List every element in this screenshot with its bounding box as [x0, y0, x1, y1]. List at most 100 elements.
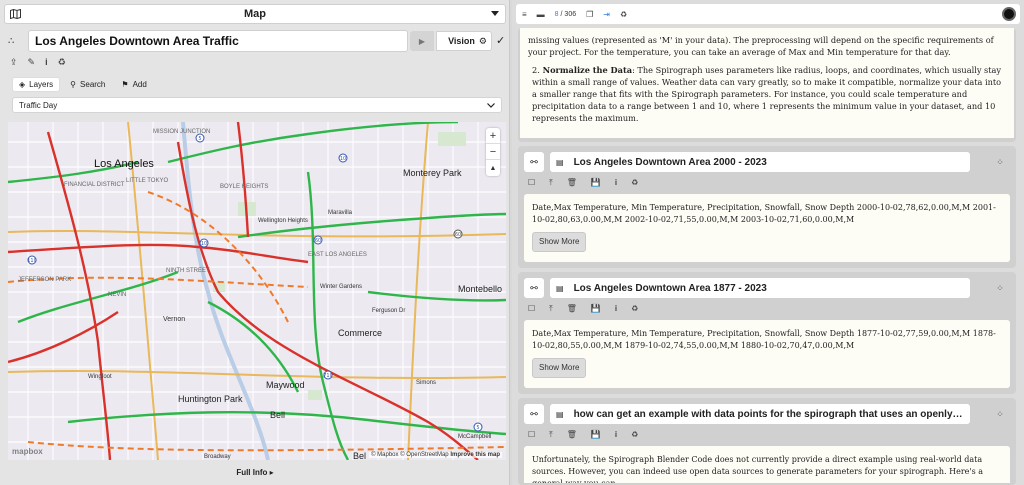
info-icon[interactable]: i [45, 57, 48, 67]
traffic-map[interactable]: 5 10 10 60 110 710 5 60 MISSION JUNCTION… [8, 122, 506, 460]
vision-button[interactable]: Vision ⚙ [436, 31, 492, 51]
map-label-bell: Bell [270, 410, 286, 420]
svg-text:10: 10 [340, 156, 346, 162]
page-current: 8 [554, 10, 559, 18]
chevron-down-icon[interactable] [485, 5, 505, 23]
checkbox-icon[interactable]: ☐ [528, 304, 535, 314]
trash-icon[interactable]: 🗑 [567, 304, 577, 314]
upload-icon[interactable]: ⤒ [549, 178, 553, 188]
dataset-card: ⚯ ▤ Los Angeles Downtown Area 1877 - 202… [518, 272, 1016, 394]
card-toolbar: ☐ ⤒ 🗑 💾 i ♻ [528, 430, 638, 440]
edit-icon[interactable]: ✎ [28, 57, 36, 68]
split-icon[interactable]: ⇥ [603, 10, 610, 19]
map-label-maywood: Maywood [266, 380, 305, 390]
card-header: ⚯ ▤ Los Angeles Downtown Area 2000 - 202… [524, 152, 1010, 172]
tab-label: Search [80, 79, 106, 89]
tab-layers[interactable]: ◈ Layers [12, 76, 61, 92]
trash-icon[interactable]: 🗑 [567, 430, 577, 440]
dataset-card: ⚯ ▤ Los Angeles Downtown Area 2000 - 202… [518, 146, 1016, 268]
menu-icon[interactable]: ≡ [522, 10, 527, 19]
card-toolbar: ☐ ⤒ 🗑 💾 i ♻ [528, 178, 638, 188]
map-label: NEVIN [108, 292, 127, 298]
svg-text:710: 710 [323, 373, 333, 379]
map-label-vernon: Vernon [163, 316, 186, 323]
card-title[interactable]: ▤ Los Angeles Downtown Area 2000 - 2023 [550, 152, 970, 172]
info-icon[interactable]: i [615, 430, 617, 440]
map-label: Simons [416, 380, 437, 386]
show-more-button[interactable]: Show More [532, 232, 587, 252]
play-icon: ▶ [418, 36, 426, 46]
full-info-button[interactable]: Full Info ▸ [0, 468, 510, 477]
svg-text:110: 110 [27, 258, 37, 264]
card-title[interactable]: ▤ Los Angeles Downtown Area 1877 - 2023 [550, 278, 970, 298]
link-icon[interactable]: ⚯ [524, 404, 544, 424]
trash-icon[interactable]: 🗑 [567, 178, 577, 188]
attribution-osm[interactable]: © OpenStreetMap [400, 452, 448, 458]
checkbox-icon[interactable]: ☐ [528, 178, 535, 188]
grid-icon[interactable]: ⁘ [990, 157, 1010, 168]
panel-header: Map [4, 4, 506, 24]
map-label: MISSION JUNCTION [153, 129, 211, 135]
save-icon[interactable]: 💾 [591, 430, 601, 440]
record-button[interactable] [1002, 7, 1016, 21]
check-icon[interactable]: ✓ [496, 34, 505, 47]
improve-map-link[interactable]: Improve this map [450, 452, 500, 458]
save-icon[interactable]: 💾 [591, 178, 601, 188]
layer-select-value: Traffic Day [19, 100, 58, 110]
attribution-mapbox[interactable]: © Mapbox [371, 452, 398, 458]
notes-panel: ≡ ▬ 8 / 306 ❐ ⇥ ♻ missing values (repres… [512, 0, 1024, 485]
compass-button[interactable]: ▲ [486, 160, 500, 176]
notes-toolbar: ≡ ▬ 8 / 306 ❐ ⇥ ♻ [516, 4, 1020, 24]
keyboard-icon[interactable]: ▬ [537, 10, 545, 19]
list-number: 2. [532, 65, 540, 75]
tab-search[interactable]: ⚲ Search [64, 78, 111, 91]
recycle-icon[interactable]: ♻ [631, 304, 638, 314]
map-title-row: ⛬ Los Angeles Downtown Area Traffic ▶ Vi… [6, 30, 506, 52]
search-icon: ⚲ [70, 79, 77, 89]
map-label: McCampbell [458, 434, 492, 440]
layer-select[interactable]: Traffic Day [12, 97, 502, 113]
upload-icon[interactable]: ⤒ [549, 304, 553, 314]
info-icon[interactable]: i [615, 304, 617, 314]
card-body: Unfortunately, the Spirograph Blender Co… [524, 446, 1010, 483]
copy-icon[interactable]: ❐ [586, 10, 593, 19]
zoom-out-button[interactable]: − [486, 144, 500, 160]
play-button[interactable]: ▶ [410, 31, 434, 51]
tab-add[interactable]: ⚑ Add [115, 78, 152, 91]
map-label: Ferguson Dr [372, 308, 406, 314]
save-icon[interactable]: 💾 [591, 304, 601, 314]
card-title[interactable]: ▤ how can get an example with data point… [550, 404, 970, 424]
zoom-in-button[interactable]: + [486, 128, 500, 144]
show-more-button[interactable]: Show More [532, 358, 587, 378]
map-label: Bel [353, 451, 367, 460]
grid-icon[interactable]: ⁘ [990, 283, 1010, 294]
map-label: FINANCIAL DISTRICT [64, 182, 125, 188]
svg-text:5: 5 [476, 425, 479, 431]
share-icon[interactable]: ⇪ [10, 57, 18, 68]
card-body: Date,Max Temperature, Min Temperature, P… [524, 320, 1010, 388]
grid-icon[interactable]: ⁘ [990, 409, 1010, 420]
pin-icon: ⚑ [121, 79, 129, 89]
map-toolbar: ⇪ ✎ i ♻ [10, 55, 66, 69]
recycle-icon[interactable]: ♻ [620, 10, 627, 19]
info-icon[interactable]: i [615, 178, 617, 188]
map-label: JEFFERSON PARK [18, 277, 72, 283]
map-label-commerce: Commerce [338, 328, 383, 338]
map-icon[interactable] [5, 5, 25, 23]
card-body-text: Unfortunately, the Spirograph Blender Co… [532, 455, 984, 483]
link-icon[interactable]: ⚯ [524, 278, 544, 298]
checkbox-icon[interactable]: ☐ [528, 430, 535, 440]
recycle-icon[interactable]: ♻ [631, 430, 638, 440]
question-card: ⚯ ▤ how can get an example with data poi… [518, 398, 1016, 485]
recycle-icon[interactable]: ♻ [58, 57, 66, 68]
map-title-input[interactable]: Los Angeles Downtown Area Traffic [28, 30, 408, 52]
page-counter: 8 / 306 [555, 11, 576, 18]
map-label: Wingfoot [88, 374, 112, 380]
link-icon[interactable]: ⚯ [524, 152, 544, 172]
text-paragraph: missing values (represented as 'M' in yo… [528, 35, 994, 57]
drag-handle-icon[interactable]: ⛬ [8, 35, 14, 46]
text-card-body: missing values (represented as 'M' in yo… [520, 28, 1014, 138]
recycle-icon[interactable]: ♻ [631, 178, 638, 188]
upload-icon[interactable]: ⤒ [549, 430, 553, 440]
map-label: Wellington Heights [258, 218, 308, 224]
